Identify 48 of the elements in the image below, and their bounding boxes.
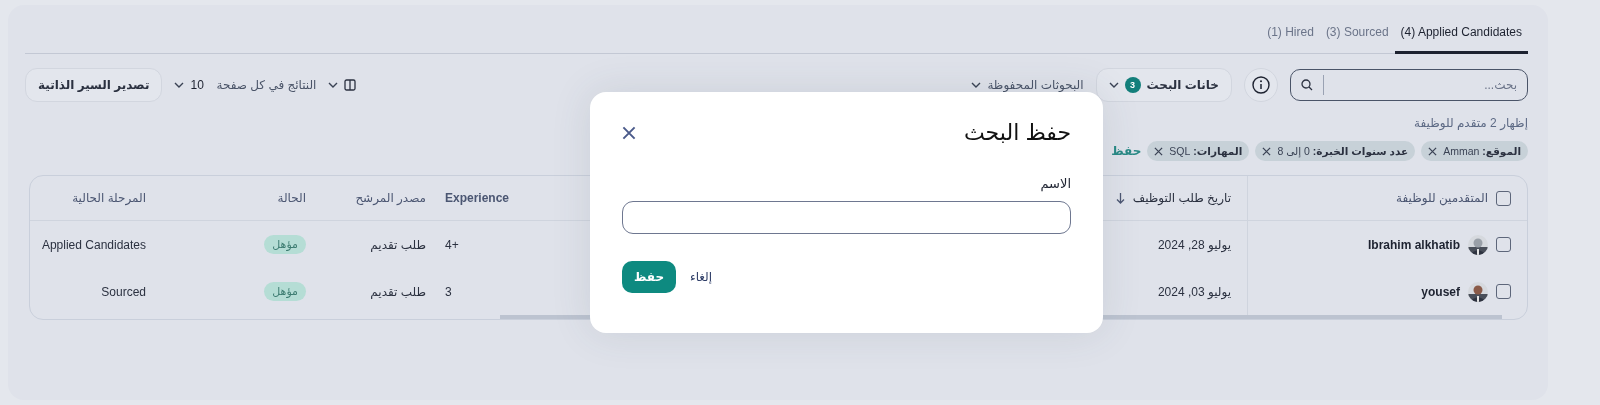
count-badge: 3: [1124, 77, 1141, 93]
row-checkbox[interactable]: [1496, 237, 1511, 252]
info-button[interactable]: [1244, 68, 1278, 102]
select-all-checkbox[interactable]: [1496, 190, 1511, 206]
caret-icon: [971, 82, 982, 88]
column-header[interactable]: الحالة: [277, 191, 306, 205]
status-tag: مؤهل: [264, 235, 306, 254]
close-icon[interactable]: [1154, 146, 1164, 156]
columns-icon[interactable]: [344, 79, 357, 91]
tab[interactable]: (3) Sourced: [1319, 25, 1395, 54]
table-cell: Applied Candidates: [41, 237, 146, 252]
column-header[interactable]: Experience: [445, 191, 510, 205]
caret-icon: [174, 82, 185, 88]
close-icon[interactable]: [1428, 146, 1438, 156]
cancel-button[interactable]: إلغاء: [690, 270, 713, 284]
table-cell: Sourced: [101, 284, 146, 299]
table-cell: يوليو 03, 2024: [1157, 284, 1231, 299]
tab[interactable]: (4) Applied Candidates: [1394, 25, 1528, 54]
caret-icon: [1108, 82, 1119, 88]
table-cell: طلب تقديم: [370, 284, 426, 299]
sort-arrow-icon[interactable]: [1115, 192, 1125, 204]
name-field[interactable]: [622, 201, 1071, 234]
save-button[interactable]: حفظ: [622, 261, 676, 293]
column-header[interactable]: المتقدمين للوظيفة: [1396, 191, 1488, 205]
table-cell: 3: [445, 284, 452, 299]
row-checkbox[interactable]: [1496, 284, 1511, 299]
search-icon: [1301, 79, 1313, 91]
results-summary: إظهار 2 متقدم للوظيفة: [1413, 116, 1528, 130]
candidate-name[interactable]: yousef: [1421, 284, 1460, 299]
search-field[interactable]: بحث...: [1290, 69, 1528, 101]
candidate-name[interactable]: Ibrahim alkhatib: [1367, 237, 1460, 252]
table-cell: طلب تقديم: [370, 237, 426, 252]
column-header[interactable]: تاريخ طلب التوظيف: [1132, 191, 1231, 205]
field-label: الاسم: [1039, 176, 1071, 191]
column-header[interactable]: المرحلة الحالية: [72, 191, 146, 205]
caret-icon: [328, 82, 339, 88]
tab[interactable]: (1) Hired: [1261, 25, 1320, 54]
status-tag: مؤهل: [264, 282, 306, 301]
table-cell: يوليو 28, 2024: [1157, 237, 1231, 252]
info-icon: [1252, 76, 1270, 94]
filter-chip[interactable]: عدد سنوات الخبرة: 0 إلى 8: [1255, 141, 1416, 161]
dialog-title: حفظ البحث: [964, 120, 1071, 146]
export-button[interactable]: تصدير السير الذاتية: [25, 68, 163, 102]
saved-searches-dropdown[interactable]: البحوثات المحفوظة: [971, 78, 1084, 92]
close-icon[interactable]: [1262, 146, 1272, 156]
column-header[interactable]: مصدر المرشح: [355, 191, 426, 205]
table-cell: 4+: [445, 237, 459, 252]
close-button[interactable]: [622, 126, 636, 140]
